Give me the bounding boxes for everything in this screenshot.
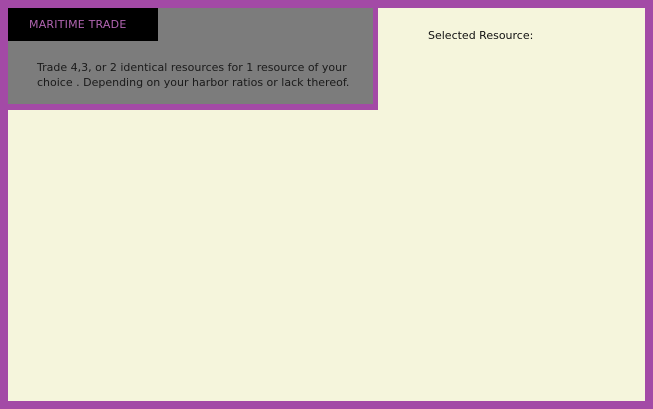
panel-title-box: MARITIME TRADE (8, 8, 158, 41)
info-panel-divider-bottom (8, 104, 378, 110)
selected-resource-label: Selected Resource: (428, 29, 534, 42)
panel-description: Trade 4,3, or 2 identical resources for … (37, 61, 350, 89)
panel-title: MARITIME TRADE (29, 18, 127, 31)
info-panel-divider-right (373, 8, 378, 110)
